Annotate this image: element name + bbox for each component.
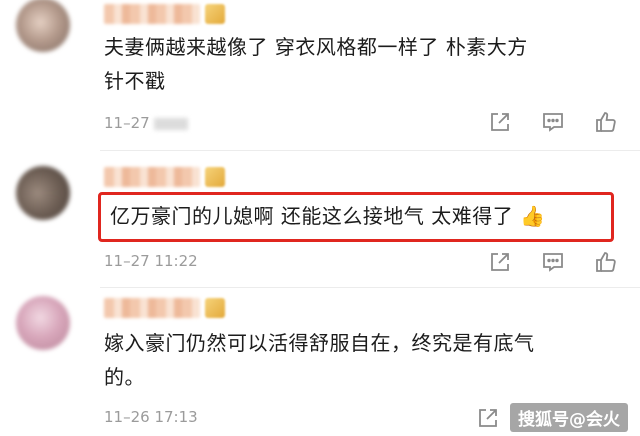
share-icon[interactable] (476, 406, 500, 430)
comment-text: 亿万豪门的儿媳啊 还能这么接地气 太难得了 👍 (110, 199, 545, 233)
comment-timestamp: 11–27 11:22 (104, 252, 198, 270)
username-blurred[interactable] (104, 298, 200, 318)
comment-timestamp: 11–27 (104, 114, 150, 132)
comment-text: 嫁入豪门仍然可以活得舒服自在，终究是有底气 的。 (104, 326, 535, 394)
watermark: 搜狐号@会火 (510, 403, 628, 432)
like-icon[interactable] (594, 250, 618, 274)
avatar[interactable] (16, 0, 70, 52)
share-icon[interactable] (488, 110, 512, 134)
comment-icon[interactable] (541, 110, 565, 134)
like-icon[interactable] (594, 110, 618, 134)
comment-icon[interactable] (541, 250, 565, 274)
comment-timestamp: 11–26 17:13 (104, 408, 198, 426)
avatar[interactable] (16, 166, 70, 220)
comment-text-line: 嫁入豪门仍然可以活得舒服自在，终究是有底气 (104, 331, 535, 355)
divider (100, 150, 640, 151)
user-badge-icon (205, 298, 225, 318)
blurred-time (153, 117, 188, 130)
divider (100, 287, 640, 288)
avatar[interactable] (16, 296, 70, 350)
share-icon[interactable] (488, 250, 512, 274)
user-badge-icon (205, 167, 225, 187)
username-blurred[interactable] (104, 4, 200, 24)
comment-text-line: 亿万豪门的儿媳啊 还能这么接地气 太难得了 (110, 204, 514, 228)
comment-text-line: 针不戳 (104, 69, 166, 93)
comment-text: 夫妻俩越来越像了 穿衣风格都一样了 朴素大方 针不戳 (104, 30, 528, 98)
comment-text-line: 夫妻俩越来越像了 穿衣风格都一样了 朴素大方 (104, 35, 528, 59)
comment-meta: 11–27 (104, 114, 188, 132)
user-badge-icon (205, 4, 225, 24)
thumbs-up-icon: 👍 (520, 204, 546, 228)
username-blurred[interactable] (104, 167, 200, 187)
comment-text-line: 的。 (104, 365, 145, 389)
